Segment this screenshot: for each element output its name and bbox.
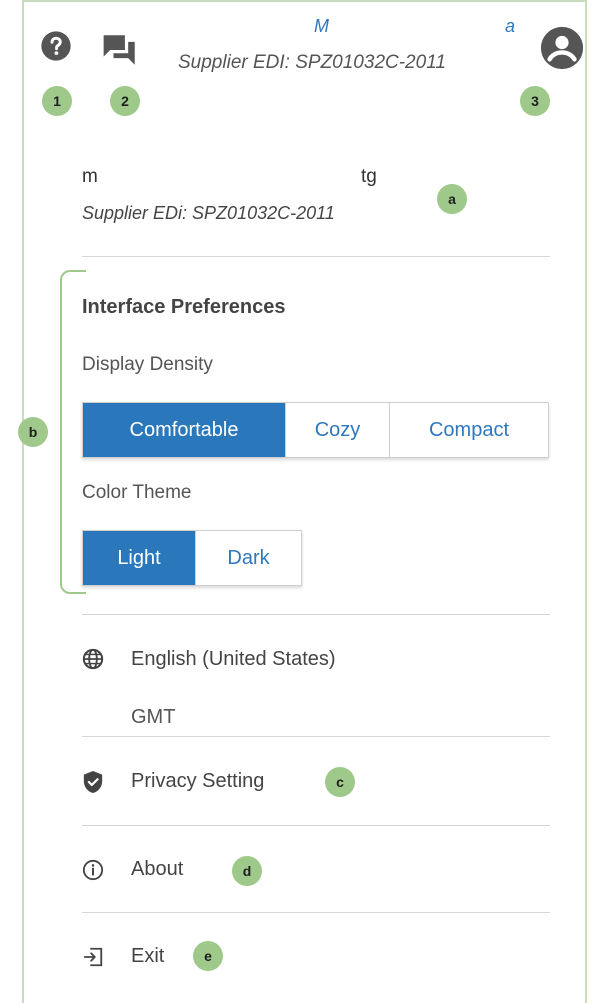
callout-badge-e: e bbox=[193, 941, 223, 971]
density-label: Display Density bbox=[82, 354, 213, 375]
callout-badge-c: c bbox=[325, 767, 355, 797]
callout-badge-a: a bbox=[437, 184, 467, 214]
header-user-name-left: M bbox=[314, 16, 329, 36]
callout-badge-d: d bbox=[232, 856, 262, 886]
account-circle-icon[interactable] bbox=[540, 26, 584, 70]
globe-icon bbox=[82, 648, 104, 670]
density-compact-button[interactable]: Compact bbox=[390, 403, 548, 457]
divider bbox=[82, 256, 550, 257]
privacy-setting-item[interactable]: Privacy Setting bbox=[131, 770, 264, 793]
divider bbox=[82, 912, 550, 913]
preferences-title: Interface Preferences bbox=[82, 296, 286, 318]
theme-segmented-control: Light Dark bbox=[82, 530, 302, 586]
header-supplier-edi: Supplier EDI: SPZ01032C-2011 bbox=[178, 52, 446, 73]
header-user-name-right: a bbox=[505, 16, 516, 36]
divider bbox=[82, 614, 550, 615]
user-supplier-edi: Supplier EDi: SPZ01032C-2011 bbox=[82, 203, 335, 223]
theme-light-button[interactable]: Light bbox=[83, 531, 196, 585]
language-selector[interactable]: English (United States) bbox=[131, 648, 336, 671]
divider bbox=[82, 825, 550, 826]
help-circle-icon[interactable] bbox=[40, 30, 72, 62]
user-name-left: m bbox=[82, 166, 98, 187]
timezone-value[interactable]: GMT bbox=[131, 706, 175, 729]
exit-icon bbox=[83, 947, 103, 967]
density-cozy-button[interactable]: Cozy bbox=[286, 403, 390, 457]
user-name-right: tg bbox=[361, 166, 377, 187]
exit-item[interactable]: Exit bbox=[131, 945, 164, 968]
shield-check-icon bbox=[83, 771, 103, 793]
chat-bubbles-icon[interactable] bbox=[100, 32, 140, 68]
theme-label: Color Theme bbox=[82, 482, 192, 503]
density-segmented-control: Comfortable Cozy Compact bbox=[82, 402, 549, 458]
theme-dark-button[interactable]: Dark bbox=[196, 531, 301, 585]
callout-badge-1: 1 bbox=[42, 86, 72, 116]
info-icon bbox=[82, 859, 104, 881]
divider bbox=[82, 736, 550, 737]
callout-badge-3: 3 bbox=[520, 86, 550, 116]
callout-badge-b: b bbox=[18, 417, 48, 447]
about-item[interactable]: About bbox=[131, 858, 183, 881]
callout-badge-2: 2 bbox=[110, 86, 140, 116]
density-comfortable-button[interactable]: Comfortable bbox=[83, 403, 286, 457]
